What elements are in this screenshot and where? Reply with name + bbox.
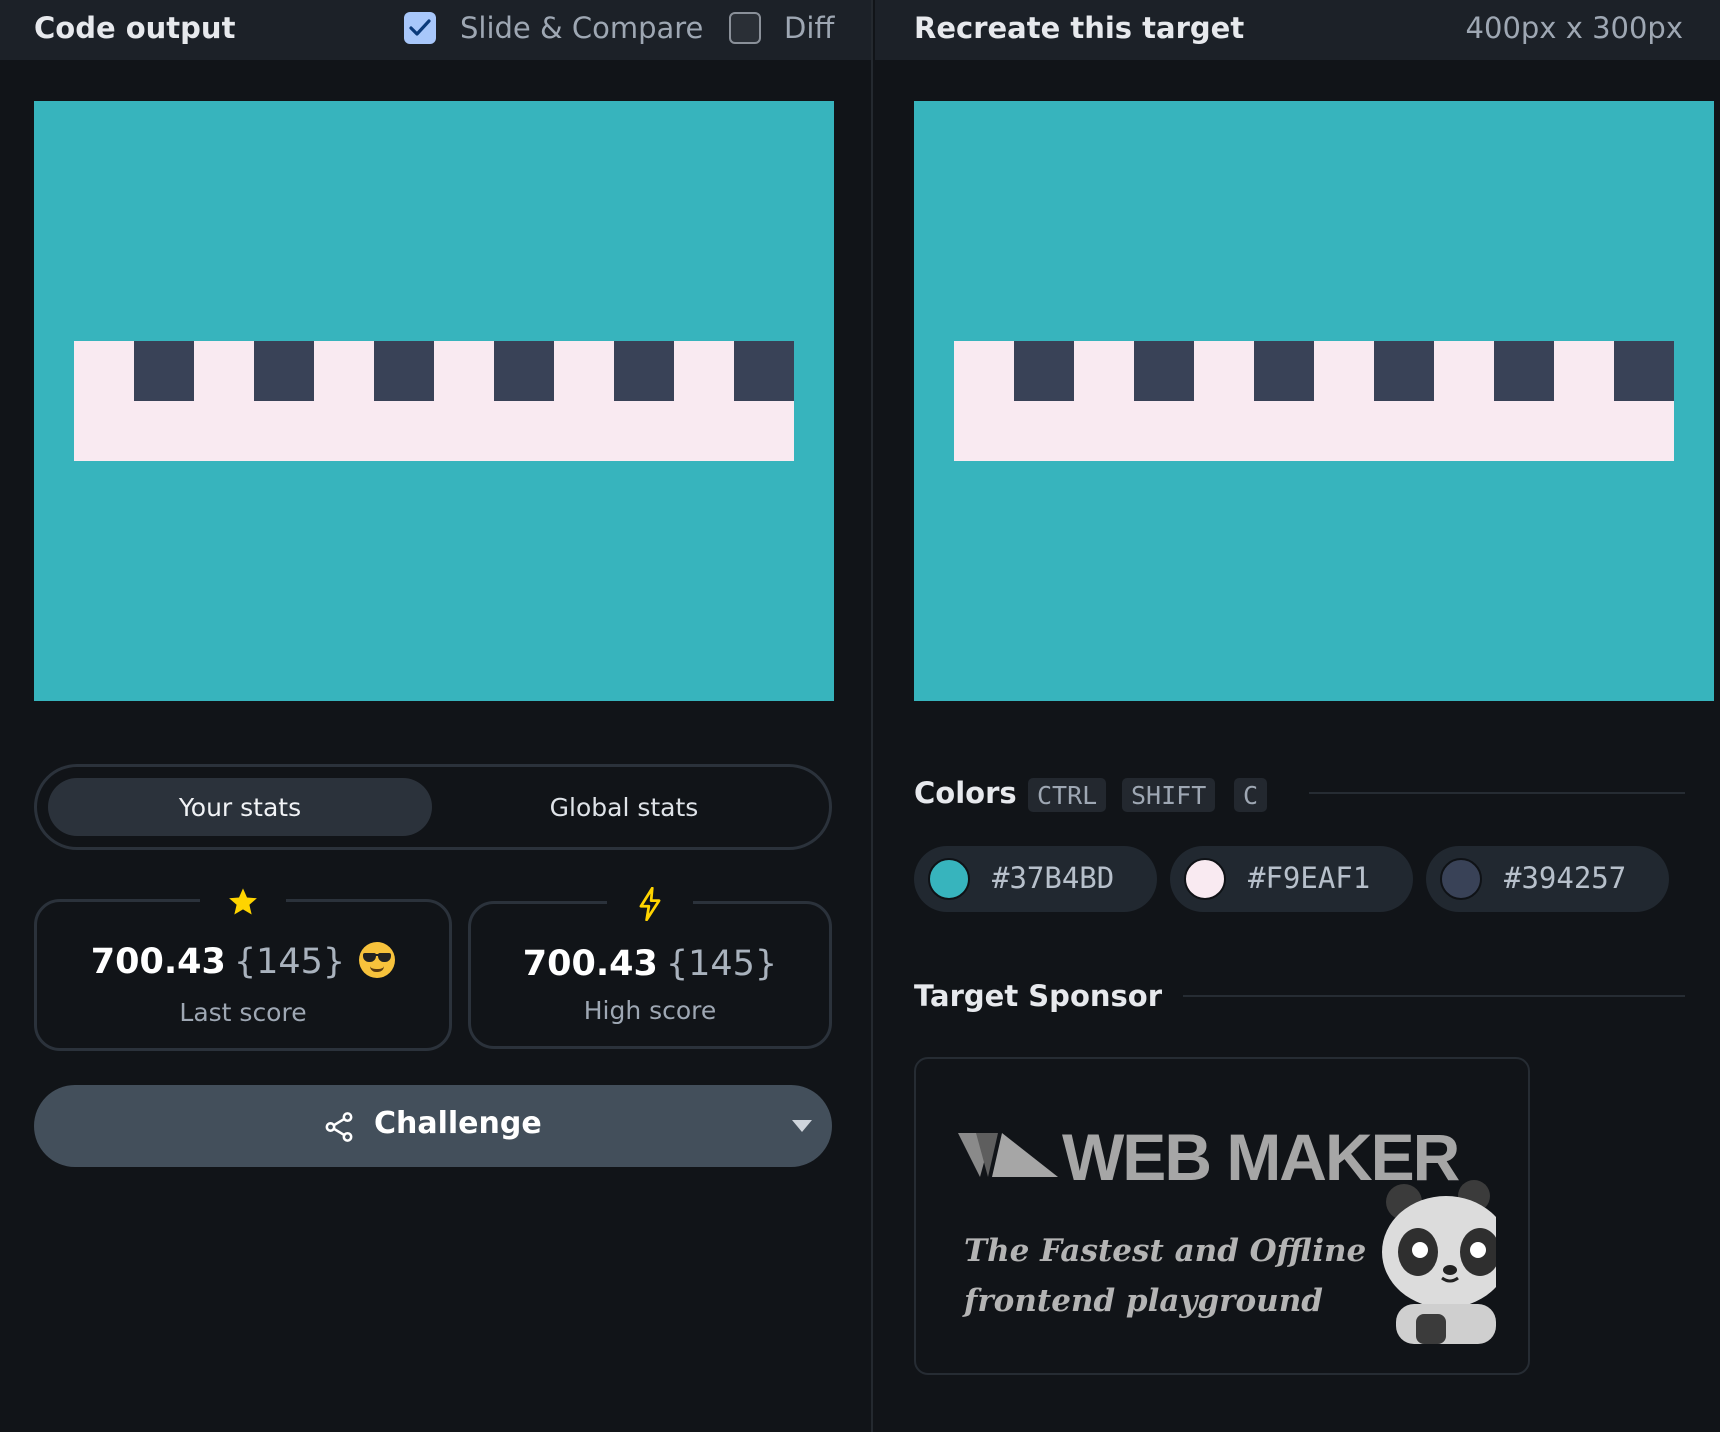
sponsor-tagline-2: frontend playground	[964, 1283, 1323, 1319]
target-title: Recreate this target	[914, 11, 1245, 45]
swatch-dot	[928, 858, 970, 900]
star-icon-wrap	[200, 880, 286, 924]
share-icon	[325, 1112, 353, 1142]
lightning-icon	[639, 887, 661, 921]
target-square	[1014, 341, 1074, 401]
tab-your-stats[interactable]: Your stats	[48, 778, 432, 836]
code-output-header: Code output Slide & Compare Diff	[0, 0, 871, 60]
sunglasses-emoji-icon	[359, 942, 396, 978]
last-score-line: 700.43 {145}	[37, 942, 449, 982]
last-score-count: {145}	[233, 942, 346, 982]
preview-square	[734, 341, 794, 401]
lightning-icon-wrap	[607, 882, 693, 926]
preview-square	[134, 341, 194, 401]
tab-global-stats[interactable]: Global stats	[432, 778, 816, 836]
target-preview	[914, 101, 1714, 701]
swatch-dot	[1184, 858, 1226, 900]
swatch-hex: #37B4BD	[992, 861, 1115, 895]
colors-title: Colors	[914, 776, 1017, 810]
target-square	[1374, 341, 1434, 401]
target-square	[1494, 341, 1554, 401]
target-square	[1134, 341, 1194, 401]
stats-toggle: Your stats Global stats	[34, 764, 832, 850]
last-score-card: 700.43 {145} Last score	[34, 880, 452, 1051]
swatch-dot	[1440, 858, 1482, 900]
high-score-count: {145}	[665, 944, 778, 984]
code-output-title: Code output	[34, 11, 236, 45]
diff-label[interactable]: Diff	[784, 11, 834, 45]
high-score-card: 700.43 {145} High score	[468, 882, 832, 1049]
target-dimensions: 400px x 300px	[1465, 11, 1683, 45]
kbd-ctrl: CTRL	[1028, 778, 1107, 812]
code-output-panel: Code output Slide & Compare Diff Your st…	[0, 0, 873, 1432]
colors-divider	[1309, 792, 1685, 794]
code-output-preview[interactable]	[34, 101, 834, 701]
webmaker-logo-icon	[958, 1133, 1058, 1177]
sponsor-card[interactable]: WEB MAKER The Fastest and Offline fronte…	[914, 1057, 1530, 1375]
sponsor-divider	[1183, 995, 1685, 997]
target-header: Recreate this target 400px x 300px	[875, 0, 1720, 60]
slide-compare-checkbox[interactable]	[404, 12, 436, 44]
target-panel: Recreate this target 400px x 300px Color…	[875, 0, 1720, 1432]
kbd-c: C	[1234, 778, 1268, 812]
preview-square	[374, 341, 434, 401]
diff-checkbox[interactable]	[729, 12, 761, 44]
preview-bar	[74, 341, 794, 461]
panda-mascot-icon	[1382, 1180, 1496, 1344]
swatch-hex: #F9EAF1	[1248, 861, 1371, 895]
color-swatch[interactable]: #394257	[1426, 846, 1669, 912]
swatch-hex: #394257	[1504, 861, 1627, 895]
color-swatch[interactable]: #F9EAF1	[1170, 846, 1413, 912]
star-icon	[229, 888, 257, 915]
slide-compare-label[interactable]: Slide & Compare	[460, 11, 703, 45]
color-swatch[interactable]: #37B4BD	[914, 846, 1157, 912]
sponsor-title: Target Sponsor	[914, 979, 1163, 1013]
sponsor-tagline-1: The Fastest and Offline	[964, 1233, 1367, 1269]
last-score-value: 700.43	[90, 942, 226, 982]
high-score-line: 700.43 {145}	[471, 944, 829, 984]
chevron-down-icon[interactable]	[792, 1120, 812, 1132]
challenge-button[interactable]: Challenge	[34, 1085, 832, 1167]
high-score-value: 700.43	[522, 944, 658, 984]
preview-square	[614, 341, 674, 401]
target-square	[1614, 341, 1674, 401]
checkmark-icon	[409, 19, 431, 36]
preview-square	[494, 341, 554, 401]
target-bar	[954, 341, 1674, 461]
kbd-shift: SHIFT	[1122, 778, 1216, 812]
challenge-label: Challenge	[374, 1106, 542, 1141]
high-score-label: High score	[583, 996, 717, 1025]
target-square	[1254, 341, 1314, 401]
last-score-label: Last score	[179, 998, 307, 1027]
preview-square	[254, 341, 314, 401]
